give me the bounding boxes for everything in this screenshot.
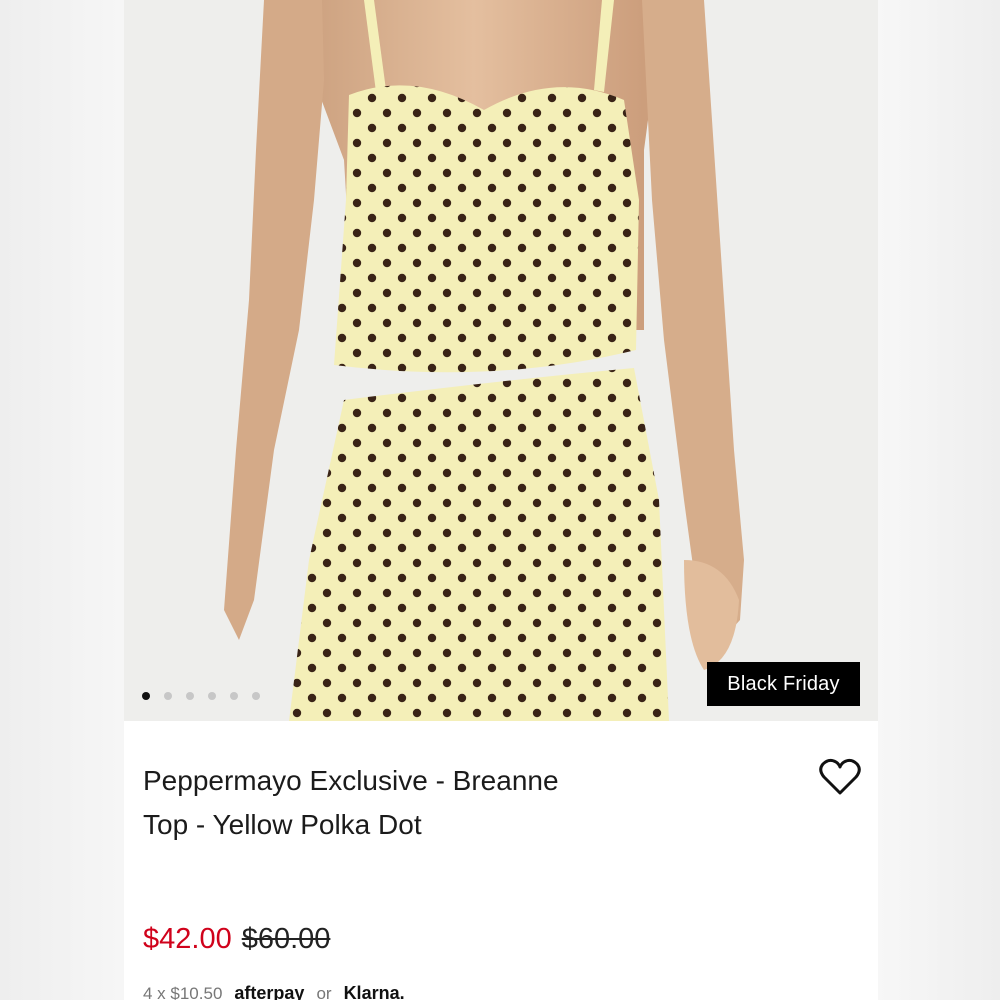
carousel-dot[interactable] — [142, 692, 150, 700]
background-left — [0, 0, 124, 1000]
product-info: Peppermayo Exclusive - Breanne Top - Yel… — [124, 721, 878, 1000]
klarna-logo[interactable]: Klarna. — [344, 983, 405, 1000]
original-price: $60.00 — [241, 923, 331, 955]
afterpay-logo[interactable]: afterpay — [234, 983, 304, 1000]
product-page: Black Friday Peppermayo Exclusive - Brea… — [124, 0, 878, 1000]
background-right — [878, 0, 1000, 1000]
heart-icon — [819, 758, 861, 795]
sale-price: $42.00 — [143, 923, 232, 955]
carousel-indicator[interactable] — [142, 692, 260, 700]
wishlist-button[interactable] — [818, 757, 862, 797]
carousel-dot[interactable] — [186, 692, 194, 700]
carousel-dot[interactable] — [252, 692, 260, 700]
payment-separator: or — [316, 984, 332, 1000]
promo-badge: Black Friday — [707, 662, 860, 706]
installment-amount: 4 x $10.50 — [143, 984, 223, 1000]
carousel-dot[interactable] — [164, 692, 172, 700]
product-image[interactable]: Black Friday — [124, 0, 878, 721]
carousel-dot[interactable] — [208, 692, 216, 700]
product-title: Peppermayo Exclusive - Breanne Top - Yel… — [143, 765, 559, 840]
product-photo — [124, 0, 878, 721]
carousel-dot[interactable] — [230, 692, 238, 700]
price-row: $42.00 $60.00 — [143, 923, 330, 956]
installment-options: 4 x $10.50 afterpay or Klarna. — [143, 983, 405, 1000]
